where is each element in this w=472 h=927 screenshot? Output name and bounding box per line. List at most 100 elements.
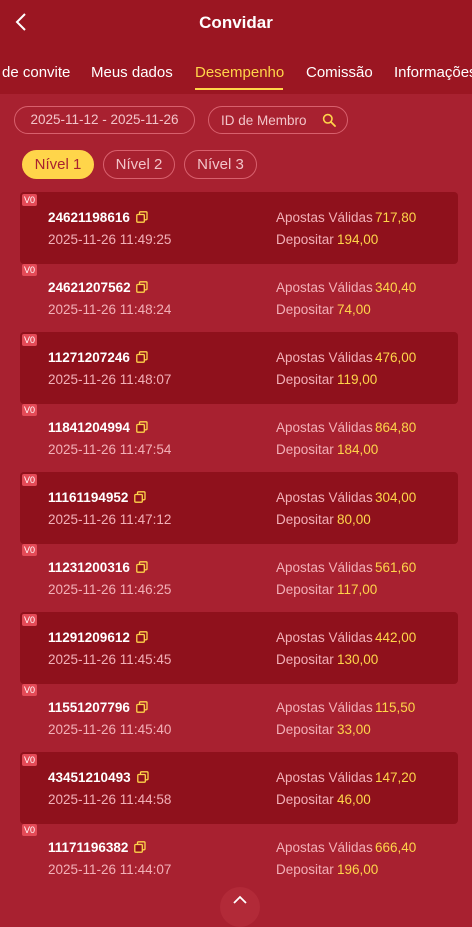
record-datetime: 2025-11-26 11:45:45 [48,652,172,667]
vip-level-badge: V0 [22,404,38,416]
deposit-label: Depositar [276,372,334,387]
valid-bets-value: 115,50 [375,700,416,715]
valid-bets-label: Apostas Válidas [276,490,373,505]
deposit-label: Depositar [276,442,334,457]
member-id: 11161194952 [48,490,129,505]
active-tab-indicator [195,88,283,90]
record-datetime: 2025-11-26 11:45:40 [48,722,172,737]
record-datetime: 2025-11-26 11:49:25 [48,232,172,247]
deposit-value: 194,00 [337,232,379,247]
copy-icon[interactable] [136,421,148,433]
member-id: 11841204994 [48,420,130,435]
deposit-value: 119,00 [337,372,378,387]
deposit-label: Depositar [276,722,334,737]
valid-bets-value: 476,00 [375,350,417,365]
valid-bets-label: Apostas Válidas [276,700,373,715]
list-item: V0 43451210493 2025-11-26 11:44:58 Apostas … [20,752,458,824]
tab-commission[interactable]: Comissão [306,64,373,81]
vip-level-badge: V0 [22,754,38,766]
vip-level-badge: V0 [22,544,38,556]
deposit-value: 196,00 [337,862,379,877]
vip-level-badge: V0 [22,194,38,206]
scroll-top-button[interactable] [220,887,260,927]
record-datetime: 2025-11-26 11:47:12 [48,512,172,527]
member-id: 11291209612 [48,630,130,645]
list-item: V0 11551207796 2025-11-26 11:45:40 Apostas … [20,682,458,754]
deposit-value: 46,00 [337,792,371,807]
tab-performance[interactable]: Desempenho [195,64,284,81]
member-id: 24621198616 [48,210,130,225]
tab-bar: de convite Meus dados Desempenho Comissã… [0,46,472,94]
copy-icon[interactable] [136,351,148,363]
copy-icon[interactable] [134,841,146,853]
vip-level-badge: V0 [22,264,38,276]
deposit-label: Depositar [276,582,334,597]
member-id: 11171196382 [48,840,129,855]
vip-level-badge: V0 [22,614,38,626]
valid-bets-label: Apostas Válidas [276,210,373,225]
list-item: V0 24621207562 2025-11-26 11:48:24 Apostas … [20,262,458,334]
valid-bets-value: 304,00 [375,490,417,505]
copy-icon[interactable] [136,211,148,223]
list-item: V0 11161194952 2025-11-26 11:47:12 Apostas … [20,472,458,544]
copy-icon[interactable] [136,561,148,573]
level-2-button[interactable]: Nível 2 [103,150,175,179]
deposit-value: 184,00 [337,442,379,457]
valid-bets-value: 442,00 [375,630,417,645]
valid-bets-value: 666,40 [375,840,417,855]
valid-bets-label: Apostas Válidas [276,420,373,435]
vip-level-badge: V0 [22,824,38,836]
level-1-button[interactable]: Nível 1 [22,150,94,179]
member-id: 11231200316 [48,560,130,575]
member-id: 43451210493 [48,770,131,785]
tab-invite-link[interactable]: de convite [2,64,70,81]
valid-bets-value: 340,40 [375,280,417,295]
record-datetime: 2025-11-26 11:47:54 [48,442,172,457]
deposit-label: Depositar [276,862,334,877]
header-bar: Convidar [0,0,472,46]
valid-bets-label: Apostas Válidas [276,280,373,295]
valid-bets-label: Apostas Válidas [276,630,373,645]
search-icon[interactable] [322,113,336,127]
deposit-value: 33,00 [337,722,371,737]
valid-bets-value: 864,80 [375,420,417,435]
valid-bets-value: 717,80 [375,210,417,225]
vip-level-badge: V0 [22,334,38,346]
valid-bets-label: Apostas Válidas [276,840,373,855]
list-item: V0 24621198616 2025-11-26 11:49:25 Apostas … [20,192,458,264]
deposit-label: Depositar [276,512,334,527]
record-datetime: 2025-11-26 11:48:07 [48,372,172,387]
vip-level-badge: V0 [22,474,38,486]
copy-icon[interactable] [136,701,148,713]
tab-my-data[interactable]: Meus dados [91,64,173,81]
copy-icon[interactable] [136,631,148,643]
record-datetime: 2025-11-26 11:44:58 [48,792,172,807]
list-item: V0 11841204994 2025-11-26 11:47:54 Apostas … [20,402,458,474]
list-item: V0 11171196382 2025-11-26 11:44:07 Apostas … [20,822,458,894]
valid-bets-label: Apostas Válidas [276,770,373,785]
valid-bets-label: Apostas Válidas [276,560,373,575]
valid-bets-value: 147,20 [375,770,417,785]
deposit-label: Depositar [276,302,334,317]
copy-icon[interactable] [136,281,148,293]
page-title: Convidar [199,13,273,32]
tab-information[interactable]: Informações [394,64,472,81]
deposit-value: 117,00 [337,582,378,597]
deposit-value: 130,00 [337,652,379,667]
level-3-button[interactable]: Nível 3 [184,150,257,179]
record-datetime: 2025-11-26 11:48:24 [48,302,172,317]
date-range-picker[interactable]: 2025-11-12 - 2025-11-26 [14,106,195,134]
member-id: 11551207796 [48,700,130,715]
valid-bets-label: Apostas Válidas [276,350,373,365]
chevron-up-icon [233,895,247,904]
copy-icon[interactable] [134,491,146,503]
list-item: V0 11231200316 2025-11-26 11:46:25 Apostas … [20,542,458,614]
member-id-input[interactable] [221,111,321,129]
deposit-value: 80,00 [337,512,371,527]
member-search[interactable] [208,106,348,134]
deposit-label: Depositar [276,232,334,247]
vip-level-badge: V0 [22,684,38,696]
copy-icon[interactable] [137,771,149,783]
record-datetime: 2025-11-26 11:46:25 [48,582,172,597]
deposit-value: 74,00 [337,302,371,317]
